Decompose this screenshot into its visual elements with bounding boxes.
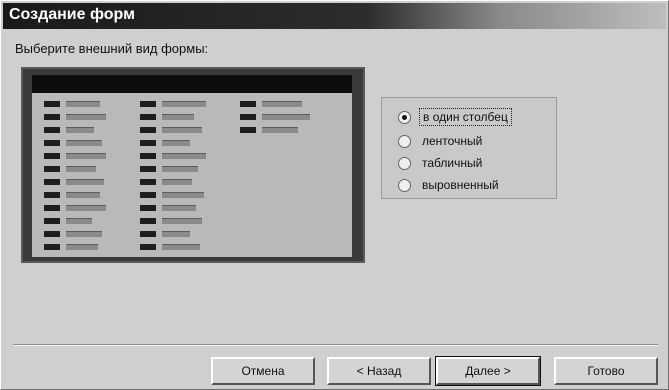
next-button[interactable]: Далее > bbox=[435, 356, 541, 386]
cancel-button[interactable]: Отмена bbox=[211, 357, 315, 385]
preview-field-label bbox=[44, 244, 60, 250]
preview-field-box bbox=[162, 205, 196, 211]
preview-field-label bbox=[44, 101, 60, 107]
preview-field-label bbox=[240, 101, 256, 107]
option-datasheet-label: табличный bbox=[422, 156, 483, 170]
preview-field-label bbox=[44, 231, 60, 237]
preview-field-box bbox=[162, 244, 200, 250]
preview-field-label bbox=[140, 192, 156, 198]
preview-field-box bbox=[262, 101, 302, 107]
layout-prompt: Выберите внешний вид формы: bbox=[15, 41, 209, 56]
preview-field-label bbox=[140, 218, 156, 224]
preview-field-label bbox=[44, 205, 60, 211]
preview-field-box bbox=[162, 127, 202, 133]
preview-field-box bbox=[66, 101, 100, 107]
preview-field-label bbox=[44, 218, 60, 224]
preview-field-label bbox=[240, 127, 256, 133]
preview-field-box bbox=[66, 153, 106, 159]
preview-field-box bbox=[162, 179, 192, 185]
option-tabular[interactable]: ленточный bbox=[398, 132, 485, 150]
preview-field-label bbox=[44, 166, 60, 172]
preview-field-label bbox=[140, 140, 156, 146]
preview-header bbox=[32, 75, 352, 93]
preview-field-box bbox=[162, 192, 204, 198]
preview-field-label bbox=[140, 114, 156, 120]
preview-field-label bbox=[140, 166, 156, 172]
preview-field-box bbox=[66, 140, 102, 146]
footer-separator bbox=[13, 344, 658, 346]
title-bar[interactable]: Создание форм bbox=[3, 3, 666, 29]
radio-datasheet[interactable] bbox=[398, 156, 411, 170]
preview-field-box bbox=[66, 244, 98, 250]
window-title: Создание форм bbox=[9, 6, 135, 23]
back-button[interactable]: < Назад bbox=[327, 357, 431, 385]
option-justified[interactable]: выровненный bbox=[398, 176, 502, 194]
preview-field-box bbox=[66, 127, 94, 133]
preview-field-label bbox=[44, 127, 60, 133]
preview-field-label bbox=[140, 244, 156, 250]
preview-field-label bbox=[240, 114, 256, 120]
radio-tabular[interactable] bbox=[398, 134, 411, 148]
preview-field-label bbox=[140, 153, 156, 159]
preview-field-box bbox=[66, 114, 106, 120]
preview-field-box bbox=[66, 218, 92, 224]
preview-field-box bbox=[66, 179, 104, 185]
preview-field-label bbox=[44, 114, 60, 120]
form-wizard-dialog: Создание форм Выберите внешний вид формы… bbox=[0, 0, 669, 390]
preview-field-label bbox=[44, 140, 60, 146]
preview-field-box bbox=[162, 140, 190, 146]
option-columnar-label: в один столбец bbox=[419, 108, 512, 126]
preview-field-label bbox=[44, 192, 60, 198]
preview-field-box bbox=[162, 166, 198, 172]
form-layout-preview bbox=[21, 67, 365, 263]
preview-field-label bbox=[44, 153, 60, 159]
preview-field-label bbox=[140, 205, 156, 211]
preview-field-box bbox=[162, 153, 206, 159]
option-justified-label: выровненный bbox=[422, 178, 499, 192]
option-columnar[interactable]: в один столбец bbox=[398, 108, 512, 126]
preview-field-box bbox=[162, 114, 194, 120]
preview-field-box bbox=[262, 114, 310, 120]
preview-field-box bbox=[162, 101, 206, 107]
finish-button[interactable]: Готово bbox=[554, 357, 658, 385]
preview-field-box bbox=[66, 192, 100, 198]
preview-field-box bbox=[262, 127, 298, 133]
preview-field-label bbox=[140, 101, 156, 107]
option-tabular-label: ленточный bbox=[422, 134, 483, 148]
preview-field-box bbox=[162, 231, 190, 237]
preview-body bbox=[32, 93, 352, 257]
preview-field-box bbox=[162, 218, 202, 224]
radio-justified[interactable] bbox=[398, 178, 411, 192]
option-datasheet[interactable]: табличный bbox=[398, 154, 485, 172]
preview-field-box bbox=[66, 205, 106, 211]
preview-field-label bbox=[140, 231, 156, 237]
radio-columnar[interactable] bbox=[398, 110, 411, 124]
layout-options-group: в один столбец ленточный табличный выров… bbox=[381, 97, 557, 199]
preview-field-label bbox=[140, 179, 156, 185]
preview-field-label bbox=[44, 179, 60, 185]
preview-field-label bbox=[140, 127, 156, 133]
preview-field-box bbox=[66, 166, 96, 172]
preview-field-box bbox=[66, 231, 102, 237]
